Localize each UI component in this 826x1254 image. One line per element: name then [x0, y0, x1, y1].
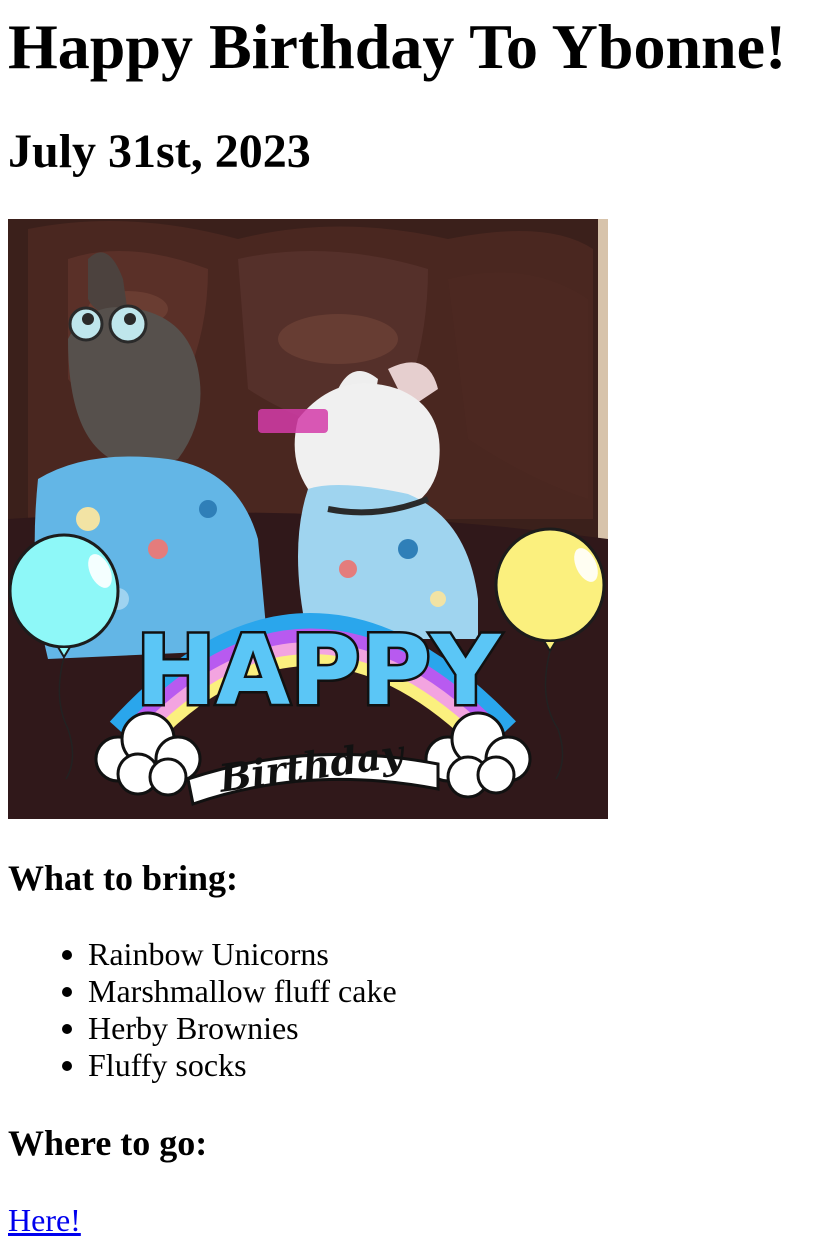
list-item: Herby Brownies	[62, 1010, 397, 1047]
list-item: Rainbow Unicorns	[62, 936, 397, 973]
bullet-icon	[62, 950, 72, 960]
page-title: Happy Birthday To Ybonne!	[8, 11, 787, 82]
bullet-icon	[62, 1024, 72, 1034]
location-link[interactable]: Here!	[8, 1202, 81, 1239]
where-to-go-heading: Where to go:	[8, 1123, 208, 1163]
happy-birthday-banner: HAPPY Birthday	[94, 613, 532, 806]
banner-happy-text: HAPPY	[136, 615, 502, 727]
bring-list: Rainbow Unicorns Marshmallow fluff cake …	[8, 936, 397, 1084]
list-item-label: Herby Brownies	[88, 1010, 299, 1046]
list-item: Marshmallow fluff cake	[62, 973, 397, 1010]
what-to-bring-heading: What to bring:	[8, 858, 239, 898]
list-item-label: Fluffy socks	[88, 1047, 247, 1083]
list-item: Fluffy socks	[62, 1047, 397, 1084]
birthday-gif-image: HAPPY Birthday	[8, 219, 608, 819]
list-item-label: Rainbow Unicorns	[88, 936, 329, 972]
list-item-label: Marshmallow fluff cake	[88, 973, 397, 1009]
bullet-icon	[62, 987, 72, 997]
event-date: July 31st, 2023	[8, 125, 311, 178]
bullet-icon	[62, 1061, 72, 1071]
